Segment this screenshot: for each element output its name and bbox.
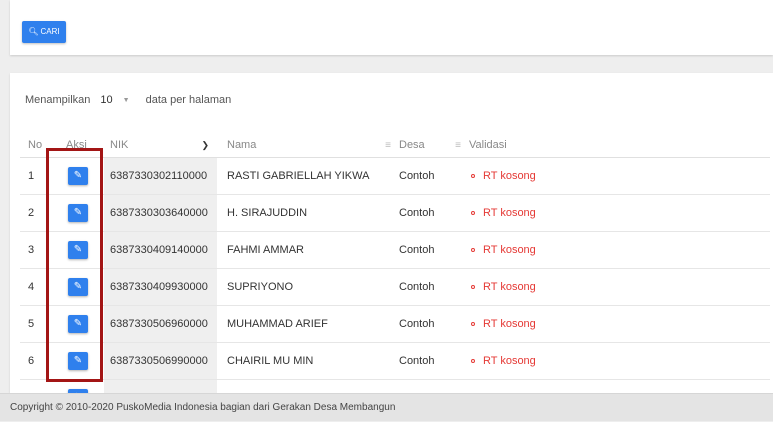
pencil-icon: ✎ xyxy=(73,281,83,292)
cell-nik: 6387330506990000 xyxy=(104,342,217,380)
bullet-icon xyxy=(471,248,475,252)
cell-desa: Contoh xyxy=(399,268,469,306)
cell-nik: 6387330303640000 xyxy=(104,194,217,232)
table-row: 6 ✎ 6387330506990000 CHAIRIL MU MIN Cont… xyxy=(20,342,770,380)
edit-button[interactable]: ✎ xyxy=(68,204,88,222)
copyright-text: Copyright © 2010-2020 PuskoMedia Indones… xyxy=(10,402,396,413)
table-row: 5 ✎ 6387330506960000 MUHAMMAD ARIEF Cont… xyxy=(20,305,770,343)
cell-validasi: RT kosong xyxy=(469,231,770,269)
table-row: 2 ✎ 6387330303640000 H. SIRAJUDDIN Conto… xyxy=(20,194,770,232)
cell-no: 2 xyxy=(20,194,66,232)
table-row: 3 ✎ 6387330409140000 FAHMI AMMAR Contoh … xyxy=(20,231,770,269)
validasi-text: RT kosong xyxy=(483,281,536,293)
pencil-icon: ✎ xyxy=(73,207,83,218)
cell-aksi: ✎ xyxy=(66,379,104,393)
cell-aksi: ✎ xyxy=(66,157,104,195)
data-table: No Aksi NIK ❯ Nama ≡ Desa ≡ Validasi 1 ✎ 63… xyxy=(20,133,770,393)
table-header-row: No Aksi NIK ❯ Nama ≡ Desa ≡ Validasi xyxy=(20,133,770,158)
per-page-prefix: Menampilkan xyxy=(25,94,91,106)
bullet-icon xyxy=(471,211,475,215)
bullet-icon xyxy=(471,174,475,178)
cell-aksi: ✎ xyxy=(66,305,104,343)
pencil-icon: ✎ xyxy=(73,318,83,329)
dropdown-caret-icon: ▼ xyxy=(122,96,130,104)
cell-nama: CHAIRIL MU MIN xyxy=(217,342,399,380)
cell-no: 4 xyxy=(20,268,66,306)
validasi-text: RT kosong xyxy=(483,355,536,367)
cell-aksi: ✎ xyxy=(66,231,104,269)
cell-desa: Contoh xyxy=(399,157,469,195)
pencil-icon: ✎ xyxy=(73,355,83,366)
bullet-icon xyxy=(471,285,475,289)
cell-desa: Contoh xyxy=(399,194,469,232)
edit-button[interactable]: ✎ xyxy=(68,278,88,296)
validasi-text: RT kosong xyxy=(483,318,536,330)
cell-validasi: RT kosong xyxy=(469,268,770,306)
header-nik-label: NIK xyxy=(110,139,129,151)
cell-nik: 6387330506960000 xyxy=(104,305,217,343)
validasi-text: RT kosong xyxy=(483,207,536,219)
header-nama[interactable]: Nama ≡ xyxy=(217,133,399,158)
cell-no: 3 xyxy=(20,231,66,269)
per-page-control: Menampilkan 10 ▼ data per halaman xyxy=(25,94,231,106)
table-row-partial: ✎ xyxy=(20,379,770,393)
per-page-select[interactable]: 10 ▼ xyxy=(100,94,129,106)
cell-nik: 6387330409140000 xyxy=(104,231,217,269)
header-desa-label: Desa xyxy=(399,139,425,151)
search-icon: 🔍︎ xyxy=(28,27,39,36)
table-row: 1 ✎ 6387330302110000 RASTI GABRIELLAH YI… xyxy=(20,157,770,195)
edit-button[interactable]: ✎ xyxy=(68,241,88,259)
cell-desa: Contoh xyxy=(399,342,469,380)
edit-button[interactable]: ✎ xyxy=(68,315,88,333)
cell-nama: FAHMI AMMAR xyxy=(217,231,399,269)
search-button[interactable]: 🔍︎ CARI xyxy=(22,21,66,43)
validasi-text: RT kosong xyxy=(483,170,536,182)
cell-no: 5 xyxy=(20,305,66,343)
bullet-icon xyxy=(471,359,475,363)
edit-button[interactable]: ✎ xyxy=(68,167,88,185)
cell-aksi: ✎ xyxy=(66,268,104,306)
header-no[interactable]: No xyxy=(20,133,66,158)
table-row: 4 ✎ 6387330409930000 SUPRIYONO Contoh RT… xyxy=(20,268,770,306)
cell-desa: Contoh xyxy=(399,231,469,269)
per-page-suffix: data per halaman xyxy=(145,94,232,106)
cell-validasi: RT kosong xyxy=(469,342,770,380)
sort-desc-icon[interactable]: ❯ xyxy=(201,140,209,151)
cell-aksi: ✎ xyxy=(66,194,104,232)
bullet-icon xyxy=(471,322,475,326)
cell-no: 1 xyxy=(20,157,66,195)
cell-nama: RASTI GABRIELLAH YIKWA xyxy=(217,157,399,195)
data-table-card: Menampilkan 10 ▼ data per halaman No Aks… xyxy=(10,73,773,393)
footer: Copyright © 2010-2020 PuskoMedia Indones… xyxy=(0,393,773,421)
header-nama-label: Nama xyxy=(227,139,257,151)
cell-nik: 6387330302110000 xyxy=(104,157,217,195)
edit-button[interactable]: ✎ xyxy=(68,352,88,370)
header-nik[interactable]: NIK ❯ xyxy=(104,133,217,158)
cell-aksi: ✎ xyxy=(66,342,104,380)
filter-icon[interactable]: ≡ xyxy=(385,140,391,151)
search-panel: 🔍︎ CARI xyxy=(10,0,773,55)
header-validasi: Validasi xyxy=(469,133,770,158)
cell-desa: Contoh xyxy=(399,305,469,343)
pencil-icon: ✎ xyxy=(73,170,83,181)
cell-nama: SUPRIYONO xyxy=(217,268,399,306)
header-aksi: Aksi xyxy=(66,133,104,158)
cell-nama: H. SIRAJUDDIN xyxy=(217,194,399,232)
cell-nik: 6387330409930000 xyxy=(104,268,217,306)
cell-validasi: RT kosong xyxy=(469,194,770,232)
per-page-value: 10 xyxy=(100,94,113,106)
validasi-text: RT kosong xyxy=(483,244,536,256)
cell-validasi: RT kosong xyxy=(469,305,770,343)
search-button-label: CARI xyxy=(40,27,60,36)
cell-validasi: RT kosong xyxy=(469,157,770,195)
filter-icon[interactable]: ≡ xyxy=(455,140,461,151)
pencil-icon: ✎ xyxy=(73,244,83,255)
cell-nama: MUHAMMAD ARIEF xyxy=(217,305,399,343)
cell-no: 6 xyxy=(20,342,66,380)
header-desa[interactable]: Desa ≡ xyxy=(399,133,469,158)
